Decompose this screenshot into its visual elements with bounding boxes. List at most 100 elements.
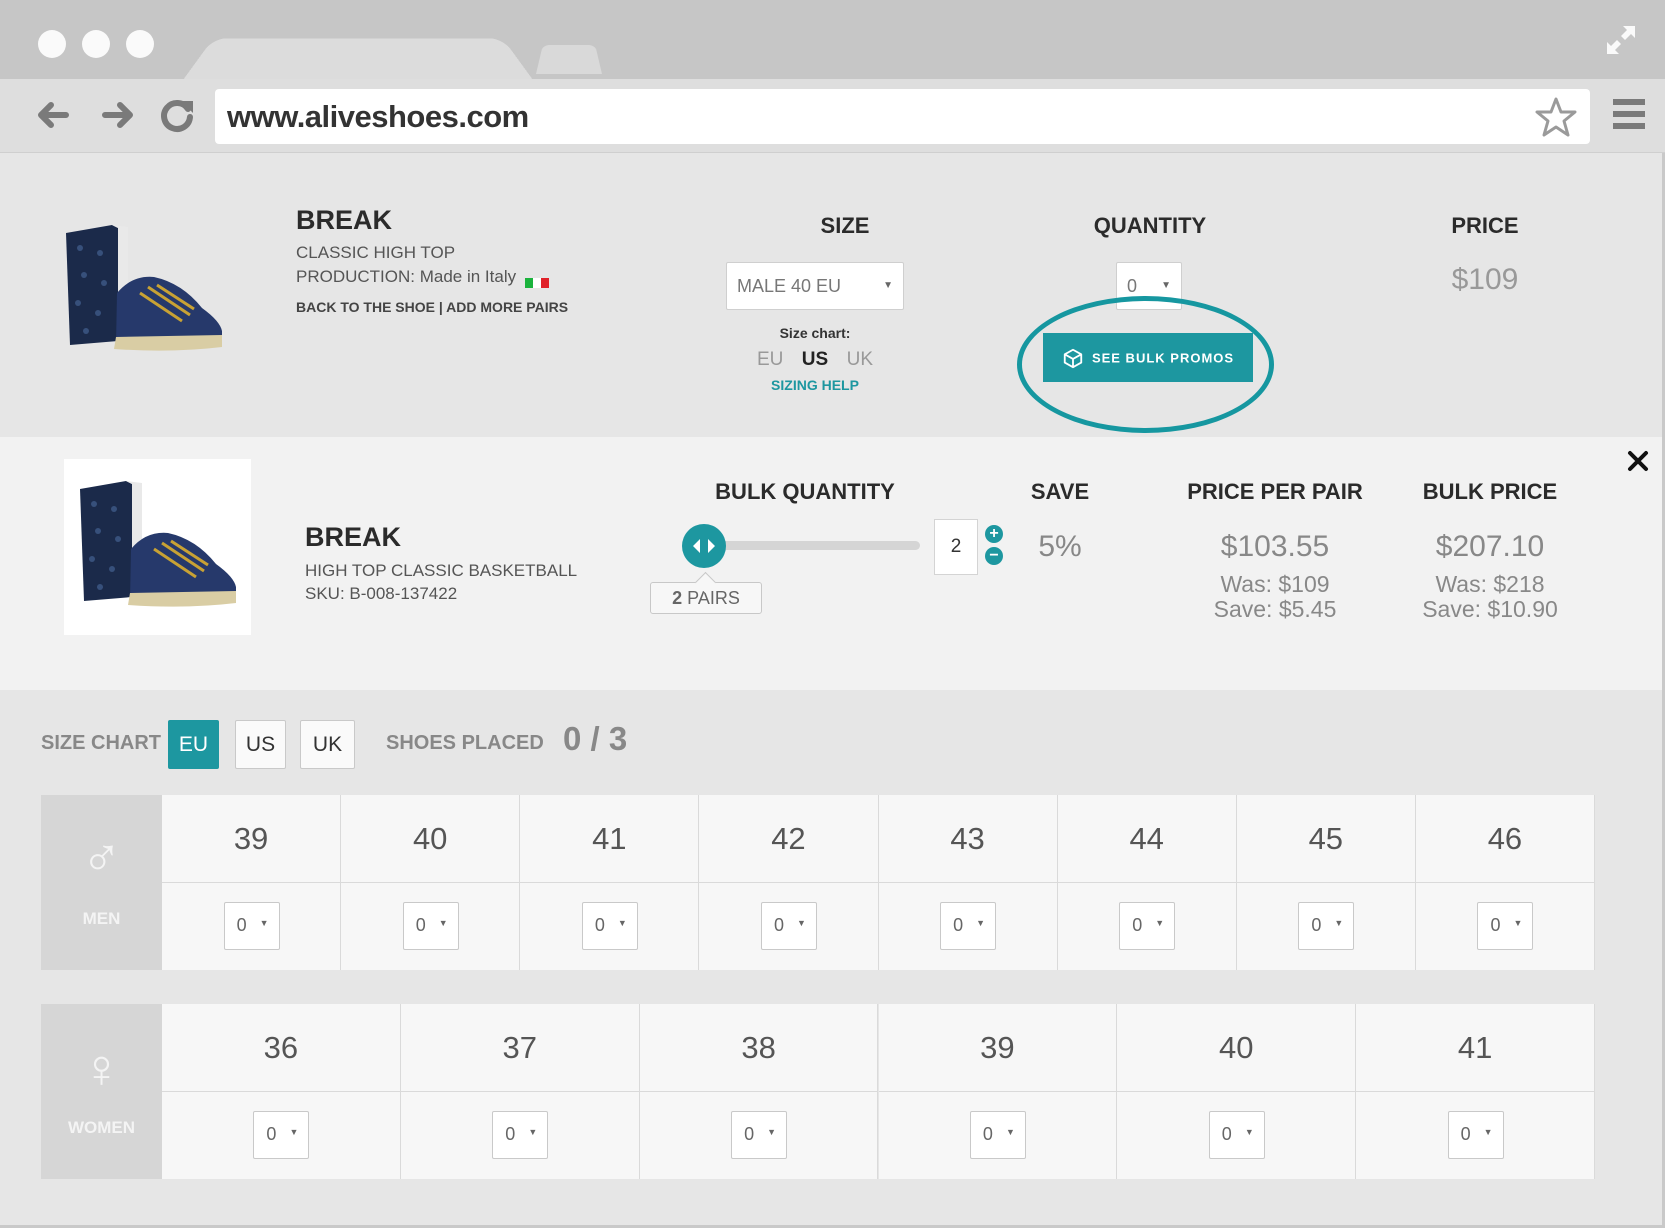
chevron-down-icon: ▼	[1155, 918, 1165, 928]
bookmark-star-icon[interactable]	[1534, 95, 1578, 139]
men-size-label: 43	[950, 821, 985, 856]
size-chart-uk[interactable]: UK	[847, 349, 873, 370]
tab-active[interactable]	[183, 38, 533, 80]
size-header: SIZE	[820, 213, 870, 238]
men-quantity-select[interactable]: 0 ▼	[1298, 902, 1355, 950]
expand-icon[interactable]	[1601, 20, 1641, 60]
men-quantity-cell: 0 ▼	[878, 883, 1058, 970]
men-quantity-select[interactable]: 0 ▼	[581, 902, 638, 950]
male-symbol-icon: ♂	[81, 828, 122, 888]
bulk-product-image-frame	[64, 459, 251, 635]
women-size-cell: 39	[878, 1004, 1118, 1092]
chevron-down-icon: ▼	[289, 1127, 299, 1137]
shoe-product-image[interactable]	[76, 479, 241, 609]
bulk-quantity-input[interactable]: 2	[934, 519, 978, 575]
chevron-down-icon: ▼	[1334, 918, 1344, 928]
women-size-label: 41	[1457, 1030, 1493, 1065]
chevron-down-icon: ▼	[1513, 918, 1523, 928]
window-close-dot[interactable]	[38, 30, 66, 58]
men-quantity-select[interactable]: 0 ▼	[1477, 902, 1534, 950]
add-more-pairs-link[interactable]: ADD MORE PAIRS	[446, 299, 568, 315]
bulk-price-header: BULK PRICE	[1422, 479, 1558, 504]
window-minimize-dot[interactable]	[82, 30, 110, 58]
men-quantity-value: 0	[953, 915, 964, 935]
women-quantity-cell: 0 ▼	[1356, 1092, 1595, 1179]
women-size-label: 38	[741, 1030, 776, 1065]
women-quantity-value: 0	[505, 1124, 516, 1144]
chevron-down-icon: ▼	[1244, 1127, 1254, 1137]
men-quantity-cell: 0 ▼	[699, 883, 879, 970]
shoes-placed-label: SHOES PLACED	[386, 732, 544, 754]
men-quantity-cell: 0 ▼	[341, 883, 521, 970]
window-maximize-dot[interactable]	[126, 30, 154, 58]
men-size-label: 46	[1487, 821, 1523, 856]
men-size-grid: ♂ MEN 39 0 ▼ 40 0 ▼ 41 0 ▼ 42 0 ▼ 43 0 ▼ 44 0 ▼ 45 0 ▼ 46 0 ▼	[41, 795, 1595, 970]
size-chart-title: SIZE CHART	[41, 732, 161, 754]
men-quantity-select[interactable]: 0 ▼	[940, 902, 997, 950]
size-chart-eu[interactable]: EU	[757, 349, 783, 370]
men-quantity-select[interactable]: 0 ▼	[1119, 902, 1176, 950]
url-text[interactable]: www.aliveshoes.com	[227, 99, 529, 135]
women-quantity-value: 0	[266, 1124, 277, 1144]
women-quantity-cell: 0 ▼	[162, 1092, 401, 1179]
link-separator: |	[438, 299, 443, 315]
back-arrow-icon[interactable]	[32, 95, 72, 135]
bulk-quantity-slider-handle[interactable]	[682, 524, 726, 568]
women-label: WOMEN	[67, 1118, 136, 1137]
see-bulk-promos-button[interactable]: SEE BULK PROMOS	[1043, 333, 1253, 382]
quantity-select-value: 0	[1127, 276, 1138, 296]
browser-window: www.aliveshoes.com BREAK CLASSIC HIGH TO…	[0, 0, 1665, 1228]
close-icon[interactable]	[1626, 449, 1650, 473]
women-size-cell: 36	[162, 1004, 401, 1092]
men-quantity-value: 0	[773, 915, 784, 935]
back-to-shoe-link[interactable]: BACK TO THE SHOE	[296, 299, 435, 315]
men-quantity-select[interactable]: 0 ▼	[402, 902, 459, 950]
women-quantity-select[interactable]: 0 ▼	[492, 1111, 549, 1159]
women-size-label: 36	[263, 1030, 299, 1065]
men-quantity-value: 0	[1311, 915, 1322, 935]
men-size-cell: 40	[341, 795, 521, 883]
size-chart-toggle-us[interactable]: US	[235, 720, 286, 769]
men-quantity-select[interactable]: 0 ▼	[223, 902, 280, 950]
address-bar[interactable]: www.aliveshoes.com	[215, 89, 1590, 144]
men-quantity-select[interactable]: 0 ▼	[760, 902, 817, 950]
women-quantity-select[interactable]: 0 ▼	[253, 1111, 310, 1159]
hamburger-menu-icon[interactable]	[1613, 97, 1645, 131]
women-gender-cell: ♀ WOMEN	[41, 1004, 162, 1179]
women-quantity-select[interactable]: 0 ▼	[969, 1111, 1026, 1159]
men-gender-cell: ♂ MEN	[41, 795, 162, 970]
men-size-cell: 42	[699, 795, 879, 883]
reload-icon[interactable]	[157, 95, 197, 135]
size-chart-toggle-eu[interactable]: EU	[168, 720, 219, 769]
bulk-product-line: HIGH TOP CLASSIC BASKETBALL	[305, 561, 578, 580]
men-size-label: 40	[412, 821, 448, 856]
size-chart-us[interactable]: US	[802, 349, 828, 370]
men-size-cell: 44	[1057, 795, 1237, 883]
production-value: Made in Italy	[419, 267, 517, 286]
chevron-down-icon: ▼	[767, 1127, 777, 1137]
women-quantity-select[interactable]: 0 ▼	[1208, 1111, 1265, 1159]
women-quantity-select[interactable]: 0 ▼	[731, 1111, 788, 1159]
shoe-product-image[interactable]	[62, 223, 227, 353]
decrement-button[interactable]: −	[985, 547, 1003, 565]
size-select[interactable]: MALE 40 EU ▼	[726, 262, 904, 310]
bulk-promo-panel: BREAK HIGH TOP CLASSIC BASKETBALL SKU: B…	[0, 437, 1662, 690]
price-per-pair-value: $103.55	[1220, 530, 1330, 563]
men-size-label: 41	[592, 821, 627, 856]
price-value: $109	[1451, 263, 1519, 296]
sizing-help-link[interactable]: SIZING HELP	[726, 377, 904, 393]
female-symbol-icon: ♀	[81, 1039, 122, 1099]
new-tab-button[interactable]	[536, 45, 602, 74]
bulk-price-was: Was: $218	[1435, 571, 1545, 597]
size-chart-toggle-uk[interactable]: UK	[300, 720, 355, 769]
men-size-label: 39	[233, 821, 269, 856]
women-size-cell: 38	[639, 1004, 879, 1092]
women-size-label: 37	[502, 1030, 537, 1065]
increment-button[interactable]: +	[985, 525, 1003, 543]
women-quantity-select[interactable]: 0 ▼	[1447, 1111, 1504, 1159]
forward-arrow-icon[interactable]	[99, 95, 139, 135]
men-size-cell: 41	[520, 795, 700, 883]
bulk-price-value: $207.10	[1435, 530, 1545, 563]
product-links: BACK TO THE SHOE | ADD MORE PAIRS	[296, 299, 568, 315]
women-size-cell: 37	[400, 1004, 640, 1092]
